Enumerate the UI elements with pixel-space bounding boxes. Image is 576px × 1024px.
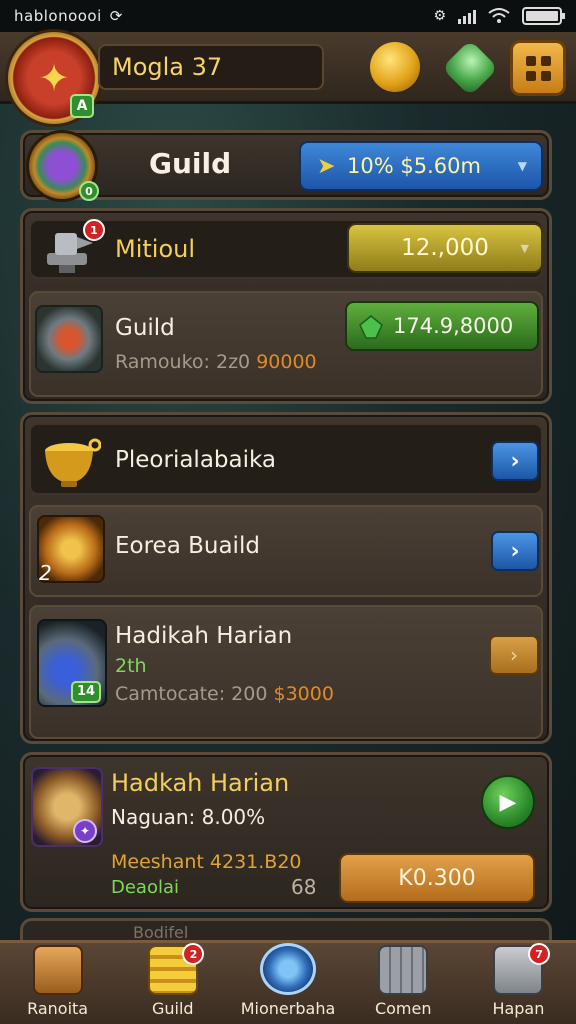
info-count: 68: [291, 875, 317, 899]
resource-value: 12.,000: [401, 235, 489, 261]
nav-label: Ranoita: [27, 999, 89, 1018]
nav-item-mionerbaha[interactable]: Mionerbaha: [230, 943, 345, 1024]
guild-currency-value: 10% $5.60m: [347, 154, 481, 178]
battery-icon: [522, 7, 565, 25]
player-level-badge: A: [70, 94, 94, 118]
treasure-chest-icon: [32, 945, 83, 995]
grid-icon: [525, 55, 536, 66]
gem-icon[interactable]: [441, 39, 499, 97]
row-title: Eorea Buaild: [115, 533, 260, 559]
quest-panel: Pleorialabaika › 2 Eorea Buaild › 14 Had…: [20, 412, 552, 744]
crest-level-badge: 0: [79, 181, 99, 201]
nav-item-comen[interactable]: Comen: [346, 943, 461, 1024]
row-title: Mitioul: [115, 235, 196, 263]
chevron-right-icon: ›: [510, 538, 520, 564]
fortress-icon: [378, 945, 429, 995]
row-title: Hadikah Harian: [115, 623, 293, 649]
emerald-icon: [359, 315, 383, 339]
nav-item-hapan[interactable]: 7 Hapan: [461, 943, 576, 1024]
nav-label: Comen: [374, 999, 432, 1018]
star-icon: ✦: [73, 819, 97, 843]
row-subtitle-label: Ramouko: 2z0: [115, 351, 251, 373]
daily-offer-panel: ✦ Hadkah Harian Naguan: 8.00% Meeshant 4…: [20, 752, 552, 912]
player-avatar[interactable]: ✦ A: [8, 32, 100, 124]
gem-value: 174.9,8000: [393, 314, 514, 338]
list-item[interactable]: 1 Mitioul 12.,000 ▼: [29, 219, 543, 279]
bottom-nav: Ranoita 2 Guild Mionerbaha Comen 7 Hapan: [0, 940, 576, 1024]
guild-banner: 0 Guild ➤ 10% $5.60m ▼: [20, 130, 552, 201]
shield-icon: [260, 943, 316, 995]
sync-icon: ⟳: [109, 7, 123, 25]
list-item[interactable]: Bodifel: [20, 918, 552, 942]
chevron-right-icon: ›: [510, 643, 518, 667]
nav-item-guild[interactable]: 2 Guild: [115, 943, 230, 1024]
list-item[interactable]: 14 Hadikah Harian 2th Camtocate: 200 $30…: [29, 605, 543, 739]
nav-label: Mionerbaha: [240, 999, 336, 1018]
golden-cauldron-icon: [45, 438, 101, 487]
play-button[interactable]: ▶: [481, 775, 535, 829]
row-title: Guild: [115, 315, 175, 341]
gold-pot-icon[interactable]: [370, 42, 420, 92]
notification-badge: 7: [528, 943, 551, 965]
info-line: Meeshant 4231.B20: [111, 851, 302, 873]
row-title: Pleorialabaika: [115, 447, 276, 473]
item-level-badge: 14: [71, 681, 101, 703]
guild-crest-icon[interactable]: 0: [29, 133, 99, 201]
notification-badge: 1: [83, 219, 105, 241]
list-item[interactable]: Pleorialabaika ›: [29, 423, 543, 495]
nav-item-ranoita[interactable]: Ranoita: [0, 943, 115, 1024]
nav-label: Hapan: [492, 999, 545, 1018]
carrier-name: hablonoooi: [14, 7, 102, 25]
open-button[interactable]: ›: [491, 531, 539, 571]
status-bar: hablonoooi ⟳ ⚙: [0, 0, 576, 32]
tools-icon: ⚙: [433, 8, 446, 24]
wifi-icon: [488, 8, 510, 23]
guild-currency-button[interactable]: ➤ 10% $5.60m ▼: [299, 141, 543, 191]
info-extra: Deaolai: [111, 877, 180, 898]
row-title: Hadkah Harian: [111, 769, 290, 797]
resource-value-button[interactable]: 12.,000 ▼: [347, 223, 543, 273]
row-subtitle-value: 90000: [256, 351, 317, 373]
gear-icon: [35, 305, 103, 373]
signal-icon: [458, 8, 476, 24]
buy-label: K0.300: [398, 865, 476, 891]
list-item[interactable]: 2 Eorea Buaild ›: [29, 505, 543, 597]
chevron-down-icon: ▼: [517, 159, 527, 173]
nav-label: Guild: [152, 999, 194, 1018]
open-button[interactable]: ›: [491, 441, 539, 481]
chevron-down-icon: ▼: [520, 241, 529, 255]
row-level: 2th: [115, 655, 147, 677]
row-subtitle: Naguan: 8.00%: [111, 805, 266, 829]
row-subtitle-label: Camtocate: 200: [115, 683, 268, 705]
chevron-right-icon: ›: [510, 448, 520, 474]
gem-value-button[interactable]: 174.9,8000: [345, 301, 539, 351]
play-icon: ▶: [499, 789, 517, 815]
top-header: ✦ A Mogla 37: [0, 32, 576, 124]
arrow-icon: ➤: [317, 153, 336, 179]
row-subtitle: Ramouko: 2z0 90000: [115, 351, 317, 373]
row-subtitle-value: $3000: [273, 683, 334, 705]
list-item[interactable]: Guild Ramouko: 2z0 90000 174.9,8000: [29, 291, 543, 397]
row-subtitle: Camtocate: 200 $3000: [115, 683, 334, 705]
open-button[interactable]: ›: [489, 635, 539, 675]
resource-panel: 1 Mitioul 12.,000 ▼ Guild Ramouko: 2z0 9…: [20, 208, 552, 404]
buy-button[interactable]: K0.300: [339, 853, 535, 903]
status-icons: ⚙: [433, 7, 565, 25]
corner-number: 2: [39, 561, 52, 585]
grid-menu-button[interactable]: [510, 40, 566, 96]
guild-title: Guild: [149, 147, 232, 180]
notification-badge: 2: [182, 943, 205, 965]
player-name[interactable]: Mogla 37: [98, 44, 324, 90]
